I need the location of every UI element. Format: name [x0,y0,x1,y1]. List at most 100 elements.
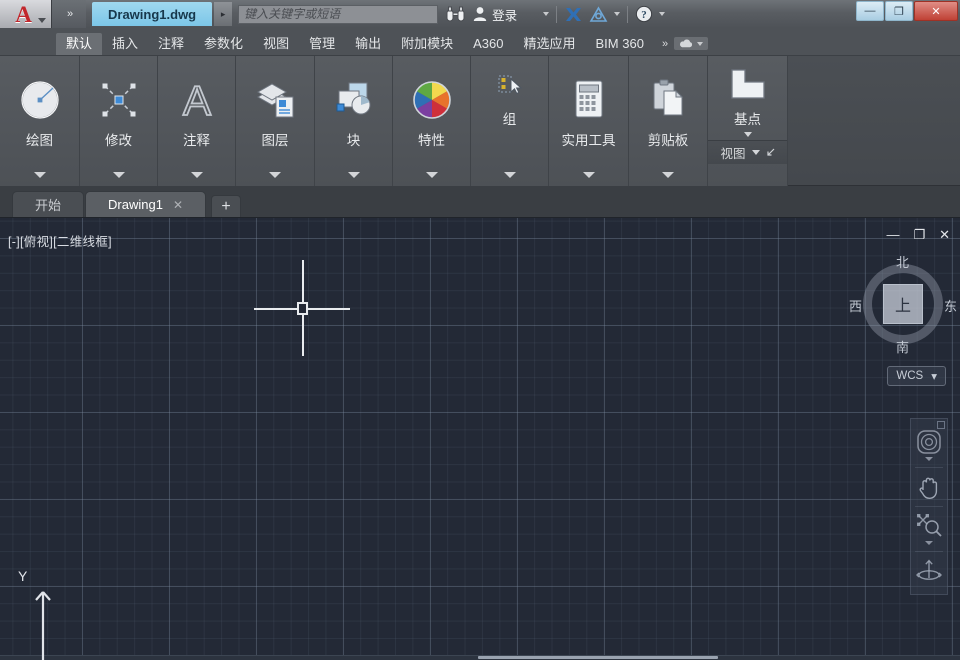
ribbon-tab-insert[interactable]: 插入 [102,33,148,55]
ribbon-tab-addins[interactable]: 附加模块 [391,33,463,55]
window-restore-button[interactable]: ❐ [885,1,913,21]
search-input[interactable] [244,7,433,21]
steering-wheel-caret-icon[interactable] [925,457,933,461]
basepoint-button[interactable]: 基点 [708,56,787,140]
block-dropdown[interactable] [315,164,392,186]
chevron-down-icon [425,172,438,178]
ribbon-panel-utilities: 实用工具 [549,56,629,186]
properties-button[interactable]: 特性 [393,56,470,164]
ribbon-tab-parametric[interactable]: 参数化 [194,33,253,55]
ribbon-tab-annotate[interactable]: 注释 [148,33,194,55]
viewcube-east-label[interactable]: 东 [944,296,957,315]
ribbon-tab-featured-apps[interactable]: 精选应用 [514,33,586,55]
basepoint-label: 基点 [734,111,761,127]
pan-button[interactable] [912,468,946,506]
chevron-down-icon[interactable] [38,18,46,23]
viewcube-west-label[interactable]: 西 [849,296,862,315]
title-bar: A » Drawing1.dwg ▸ 登录 [0,0,960,28]
ribbon-tab-view[interactable]: 视图 [253,33,299,55]
doc-tab-start[interactable]: 开始 [12,191,85,217]
sign-in-button[interactable]: 登录 [473,5,517,24]
autodesk-exchange-x-icon[interactable] [564,0,583,28]
new-tab-button[interactable]: + [211,195,241,217]
modify-button[interactable]: 修改 [80,56,157,164]
doc-tab-drawing1[interactable]: Drawing1 ✕ [85,191,206,217]
close-icon[interactable]: ✕ [173,198,183,212]
command-input-hint[interactable] [478,656,718,659]
steering-wheel-button[interactable] [912,423,946,467]
ribbon-panel-block: 块 [315,56,393,186]
clipboard-icon [653,79,684,116]
window-close-button[interactable]: ✕ [914,1,958,21]
wcs-dropdown[interactable]: WCS ▾ [887,366,946,386]
ribbon-empty-area [788,56,960,185]
clipboard-button[interactable]: 剪贴板 [629,56,707,164]
help-caret-icon[interactable] [659,12,666,16]
draw-button[interactable]: 绘图 [0,56,79,164]
properties-dropdown[interactable] [393,164,470,186]
cloud-icon[interactable] [674,37,709,50]
viewport-close-button[interactable]: ✕ [939,228,950,241]
clipboard-dropdown[interactable] [629,164,707,186]
ribbon-panel-properties: 特性 [393,56,471,186]
layer-button[interactable]: 图层 [236,56,314,164]
draw-dropdown[interactable] [0,164,79,186]
viewcube-north-label[interactable]: 北 [896,252,909,271]
viewport-minimize-button[interactable]: — [886,228,899,241]
modify-dropdown[interactable] [80,164,157,186]
window-minimize-button[interactable]: — [856,1,884,21]
drawing-canvas[interactable]: [-][俯视][二维线框] — ❐ ✕ 上 北 南 西 东 WCS ▾ Y [0,218,960,660]
ribbon-tab-output[interactable]: 输出 [345,33,391,55]
question-mark-icon[interactable]: ? [635,0,653,28]
zoom-caret-icon[interactable] [925,541,933,545]
viewport-label[interactable]: [-][俯视][二维线框] [8,231,112,250]
viewport-restore-button[interactable]: ❐ [913,228,925,241]
quick-access-expand-button[interactable]: » [52,0,86,28]
viewcube-top-face[interactable]: 上 [883,284,923,324]
orbit-icon [916,559,942,580]
utilities-button[interactable]: 实用工具 [549,56,628,164]
ribbon-tab-manage[interactable]: 管理 [299,33,345,55]
application-menu-button[interactable]: A [0,0,52,28]
title-dropdown-arrow-icon[interactable]: ▸ [214,2,233,26]
autocad-logo-icon: A [15,1,32,27]
utilities-dropdown[interactable] [549,164,628,186]
sign-in-caret-icon[interactable] [543,12,550,16]
ribbon-tab-overflow: » [662,37,709,55]
zoom-button[interactable] [912,507,946,551]
search-input-wrapper[interactable] [238,4,439,24]
basepoint-caret-icon[interactable] [743,131,752,137]
binoculars-icon[interactable] [446,0,465,28]
document-tab-bar: 开始 Drawing1 ✕ + [0,186,960,218]
ribbon-tab-bim360[interactable]: BIM 360 [586,33,654,55]
viewcube[interactable]: 上 北 南 西 东 [849,252,957,356]
group-button[interactable]: 组 [471,56,548,164]
circle-draw-icon [20,81,59,119]
double-chevron-right-icon[interactable]: » [662,38,668,50]
group-dropdown[interactable] [471,164,548,186]
properties-label: 特性 [418,133,445,148]
drawing-grid [0,218,960,660]
chevron-down-icon [112,172,125,178]
layer-dropdown[interactable] [236,164,314,186]
autodesk-triangle-icon[interactable] [589,0,608,28]
ribbon-panels: 绘图 修改 A 注释 图层 块 特性 组 实用工具 剪贴板 基点 视图 [0,56,960,186]
navbar-customize-icon[interactable] [937,421,945,429]
viewcube-south-label[interactable]: 南 [896,337,909,356]
toolbar-divider [556,5,558,23]
ribbon-tab-default[interactable]: 默认 [56,33,103,55]
block-button[interactable]: 块 [315,56,392,164]
cloud-caret-icon[interactable] [697,41,704,46]
orbit-button[interactable] [912,552,946,590]
ribbon-tab-a360[interactable]: A360 [463,33,513,55]
ucs-axis-icon: Y [18,568,96,660]
ribbon-panel-modify: 修改 [80,56,158,186]
autodesk-caret-icon[interactable] [614,12,621,16]
chevron-down-icon[interactable]: ▾ [931,369,937,383]
annotation-button[interactable]: A 注释 [158,56,235,164]
view-footer-caret-icon[interactable] [751,150,760,155]
window-controls: — ❐ ✕ [856,1,958,21]
annotation-dropdown[interactable] [158,164,235,186]
toolbar-divider-2 [627,5,629,23]
view-panel-footer[interactable]: 视图 [708,140,787,164]
